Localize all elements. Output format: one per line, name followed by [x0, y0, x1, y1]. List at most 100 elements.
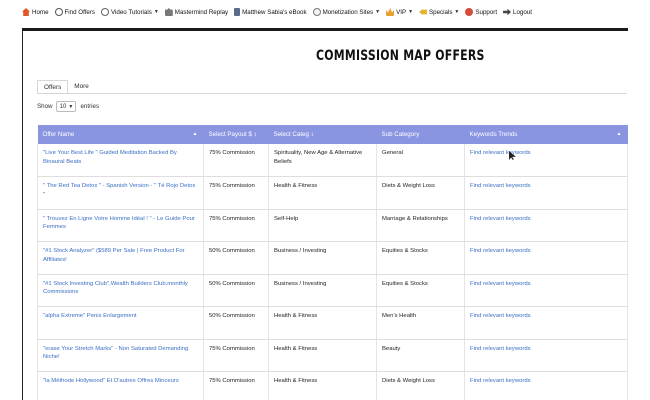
- ebook-icon: [234, 8, 241, 16]
- keywords-cell: Find relevant keywords: [464, 241, 628, 275]
- offer-name-link[interactable]: "Live Your Best Life " Guided Meditation…: [43, 150, 177, 165]
- nav-label: Home: [32, 8, 49, 16]
- caret-down-icon: ▼: [68, 103, 74, 110]
- find-offers-icon: [54, 8, 63, 16]
- payout-cell: 75% Commission: [203, 209, 269, 242]
- nav-support[interactable]: Support: [465, 8, 497, 16]
- keywords-cell: Find relevant keywords: [464, 339, 628, 372]
- nav-label: Video Tutorials: [111, 8, 152, 16]
- nav-home[interactable]: Home: [22, 8, 49, 16]
- offer-name-cell: "#1 Stock Investing Club",Wealth Builder…: [37, 274, 204, 307]
- nav-label: Matthew Sabia's eBook: [242, 8, 307, 16]
- nav-label: Find Offers: [64, 8, 96, 16]
- column-header-payout[interactable]: Select Payout $ ↕: [203, 125, 269, 144]
- nav-label: Specials: [429, 8, 453, 16]
- category-cell: Health & Fitness: [268, 339, 377, 372]
- monetization-sites-icon: [312, 8, 321, 16]
- payout-cell: 50% Commission: [203, 241, 269, 275]
- sub-category-cell: Diets & Weight Loss: [376, 176, 465, 210]
- category-cell: Health & Fitness: [268, 371, 377, 400]
- find-keywords-link[interactable]: Find relevant keywords: [470, 346, 531, 352]
- table-length-control: Show 10 ▼ entries: [37, 101, 99, 112]
- category-cell: Self-Help: [268, 209, 377, 242]
- keywords-cell: Find relevant keywords: [464, 144, 628, 177]
- table-row: "la Méthode Hollywood" Et D'autres Offre…: [37, 371, 628, 400]
- category-cell: Health & Fitness: [268, 176, 377, 210]
- find-keywords-link[interactable]: Find relevant keywords: [470, 183, 531, 189]
- entries-label: entries: [80, 103, 100, 110]
- nav-label: Support: [475, 8, 498, 16]
- column-header-sub-category[interactable]: Sub Category: [376, 125, 465, 144]
- nav-mastermind-replay[interactable]: Mastermind Replay: [164, 8, 229, 16]
- sub-category-cell: Men's Health: [376, 306, 465, 340]
- caret-down-icon: ▼: [408, 9, 414, 15]
- tab-divider: [37, 93, 627, 94]
- nav-label: Monetization Sites: [322, 8, 374, 16]
- find-keywords-link[interactable]: Find relevant keywords: [470, 281, 531, 287]
- nav-video-tutorials[interactable]: Video Tutorials ▼: [101, 8, 159, 16]
- find-keywords-link[interactable]: Find relevant keywords: [470, 216, 531, 222]
- caret-down-icon: ▼: [375, 9, 381, 15]
- nav-ebook[interactable]: Matthew Sabia's eBook: [234, 8, 307, 16]
- table-row: " The Red Tea Detox " - Spanish Version …: [37, 176, 628, 210]
- sub-category-cell: Equities & Stocks: [376, 241, 465, 275]
- offer-name-cell: "alpha Extreme" Penis Enlargement: [37, 306, 204, 340]
- payout-cell: 50% Commission: [203, 274, 269, 307]
- specials-tag-icon: [419, 9, 428, 15]
- column-header-category[interactable]: Select Categ ↕: [268, 125, 377, 144]
- support-icon: [465, 8, 474, 16]
- column-header-keywords-trends[interactable]: Keywords Trends ▲: [464, 125, 628, 144]
- offer-name-cell: "la Méthode Hollywood" Et D'autres Offre…: [37, 371, 204, 400]
- offer-name-link[interactable]: "erase Your Stretch Marks" - Non Saturat…: [43, 346, 188, 361]
- find-keywords-link[interactable]: Find relevant keywords: [470, 150, 531, 156]
- video-tutorials-icon: [101, 8, 110, 16]
- tab-more[interactable]: More: [68, 80, 95, 94]
- offer-name-link[interactable]: "alpha Extreme" Penis Enlargement: [43, 313, 137, 319]
- offer-name-link[interactable]: "la Méthode Hollywood" Et D'autres Offre…: [43, 378, 179, 384]
- page-title: COMMISSION MAP OFFERS: [316, 48, 485, 64]
- find-keywords-link[interactable]: Find relevant keywords: [470, 378, 531, 384]
- tab-bar: Offers More: [37, 80, 95, 94]
- keywords-cell: Find relevant keywords: [464, 209, 628, 242]
- table-row: "alpha Extreme" Penis Enlargement 50% Co…: [37, 306, 628, 340]
- nav-specials[interactable]: Specials ▼: [419, 8, 459, 16]
- table-row: "#1 Stock Investing Club",Wealth Builder…: [37, 274, 628, 307]
- sub-category-cell: Equities & Stocks: [376, 274, 465, 307]
- sub-category-cell: Beauty: [376, 339, 465, 372]
- keywords-cell: Find relevant keywords: [464, 306, 628, 340]
- offer-name-cell: "erase Your Stretch Marks" - Non Saturat…: [37, 339, 204, 372]
- column-header-offer-name[interactable]: Offer Name ▲: [37, 125, 204, 144]
- nav-logout[interactable]: Logout: [503, 8, 532, 16]
- table-row: "#1 Stock Analyzer" ($589 Per Sale | Fre…: [37, 241, 628, 275]
- find-keywords-link[interactable]: Find relevant keywords: [470, 313, 531, 319]
- sub-category-cell: General: [376, 144, 465, 177]
- offer-name-link[interactable]: "#1 Stock Investing Club",Wealth Builder…: [43, 281, 188, 296]
- sub-category-cell: Marriage & Relationships: [376, 209, 465, 242]
- column-header-label: Keywords Trends: [469, 131, 518, 138]
- nav-label: Mastermind Replay: [174, 8, 229, 16]
- caret-down-icon: ▼: [153, 9, 159, 15]
- nav-find-offers[interactable]: Find Offers: [54, 8, 96, 16]
- offer-name-link[interactable]: "#1 Stock Analyzer" ($589 Per Sale | Fre…: [43, 248, 185, 263]
- nav-monetization-sites[interactable]: Monetization Sites ▼: [312, 8, 381, 16]
- find-keywords-link[interactable]: Find relevant keywords: [470, 248, 531, 254]
- tab-offers[interactable]: Offers: [37, 80, 69, 94]
- column-header-label: Offer Name: [42, 131, 75, 138]
- nav-label: Logout: [513, 8, 532, 16]
- keywords-cell: Find relevant keywords: [464, 176, 628, 210]
- payout-cell: 75% Commission: [203, 176, 269, 210]
- offer-name-link[interactable]: " Trouvez En Ligne Votre Homme Idéal ! "…: [43, 216, 195, 231]
- table-row: "Live Your Best Life " Guided Meditation…: [37, 144, 628, 177]
- table-row: " Trouvez En Ligne Votre Homme Idéal ! "…: [37, 209, 628, 242]
- payout-cell: 50% Commission: [203, 306, 269, 340]
- nav-vip[interactable]: VIP ▼: [386, 8, 413, 16]
- offer-name-link[interactable]: " The Red Tea Detox " - Spanish Version …: [43, 183, 195, 198]
- logout-icon: [503, 8, 512, 16]
- entries-select[interactable]: 10 ▼: [56, 101, 77, 112]
- nav-label: VIP: [396, 8, 407, 16]
- category-cell: Spirituality, New Age & Alternative Beli…: [268, 144, 377, 177]
- payout-cell: 75% Commission: [203, 144, 269, 177]
- table-row: "erase Your Stretch Marks" - Non Saturat…: [37, 339, 628, 372]
- caret-down-icon: ▼: [454, 9, 460, 15]
- offer-name-cell: "#1 Stock Analyzer" ($589 Per Sale | Fre…: [37, 241, 204, 275]
